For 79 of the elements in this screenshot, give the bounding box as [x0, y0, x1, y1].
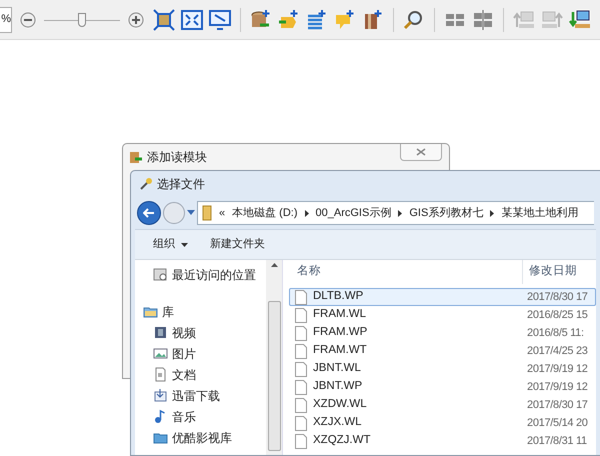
- sidebar-item[interactable]: 音乐: [153, 406, 266, 427]
- dialog-title: 添加读模块: [147, 149, 207, 166]
- dialog-title: 选择文件: [157, 176, 205, 193]
- sidebar-item[interactable]: 文档: [153, 364, 266, 385]
- file-icon: [295, 398, 307, 412]
- library-group-item[interactable]: 库: [143, 301, 266, 322]
- sidebar-item[interactable]: 图片: [153, 343, 266, 364]
- close-button[interactable]: [400, 144, 442, 161]
- breadcrumb-overflow[interactable]: «: [219, 204, 226, 222]
- close-icon: [416, 148, 426, 156]
- split-grid-icon[interactable]: [471, 8, 495, 32]
- file-name: JBNT.WL: [313, 361, 361, 376]
- breadcrumb-item[interactable]: GIS系列教材七: [409, 204, 484, 222]
- arrow-left-icon: [143, 208, 155, 218]
- file-row[interactable]: JBNT.WP 2017/9/19 12: [289, 378, 596, 396]
- scroll-thumb[interactable]: [268, 301, 280, 451]
- file-date: 2017/9/19 12: [526, 362, 588, 377]
- file-row[interactable]: XZDW.WL 2017/8/30 17: [289, 396, 596, 414]
- file-row[interactable]: XZJX.WL 2017/5/14 20: [289, 414, 596, 432]
- file-icon: [295, 434, 307, 448]
- sidebar-item[interactable]: 优酷影视库: [153, 427, 266, 448]
- file-name: XZDW.WL: [313, 397, 367, 412]
- zoom-frame-icon[interactable]: [152, 8, 176, 32]
- breadcrumb-item[interactable]: 某某地土地利用: [501, 204, 578, 222]
- folder-icon: [202, 205, 212, 221]
- sidebar-item[interactable]: 视频: [153, 322, 266, 343]
- file-icon: [295, 380, 307, 394]
- wand-icon: [139, 177, 153, 191]
- file-icon: [295, 344, 307, 358]
- slider-thumb[interactable]: [78, 12, 86, 26]
- scrollbar[interactable]: [266, 260, 282, 455]
- file-row[interactable]: FRAM.WP 2016/8/5 11:: [289, 324, 596, 342]
- breadcrumb-item[interactable]: 00_ArcGIS示例: [316, 204, 392, 222]
- chevron-right-icon[interactable]: [398, 210, 402, 216]
- chevron-right-icon[interactable]: [490, 210, 494, 216]
- file-row[interactable]: DLTB.WP 2017/8/30 17: [289, 288, 596, 306]
- file-icon: [295, 326, 307, 340]
- sidebar-item[interactable]: 最近访问的位置: [153, 264, 266, 285]
- file-row[interactable]: XZQZJ.WT 2017/8/31 11: [289, 432, 596, 450]
- file-row[interactable]: FRAM.WL 2016/8/25 15: [289, 306, 596, 324]
- file-name: JBNT.WP: [313, 379, 362, 394]
- file-name: FRAM.WP: [313, 325, 368, 340]
- file-icon: [295, 416, 307, 430]
- column-header[interactable]: 名称: [289, 260, 523, 284]
- file-date: 2017/4/25 23: [526, 344, 588, 359]
- file-name: DLTB.WP: [313, 289, 364, 304]
- film-icon: [153, 325, 168, 340]
- file-name: XZQZJ.WT: [313, 433, 370, 448]
- chevron-right-icon[interactable]: [304, 210, 309, 216]
- download-icon: [153, 388, 168, 403]
- picture-icon: [153, 346, 168, 361]
- column-header[interactable]: 修改日期: [523, 263, 577, 281]
- file-row[interactable]: FRAM.WT 2017/4/25 23: [289, 342, 596, 360]
- file-date: 2016/8/5 11:: [526, 326, 584, 341]
- file-date: 2017/8/30 17: [526, 290, 588, 305]
- file-date: 2017/5/14 20: [526, 416, 588, 431]
- document-icon: [153, 367, 168, 382]
- file-name: XZJX.WL: [313, 415, 362, 430]
- file-icon: [295, 362, 307, 376]
- file-icon: [295, 308, 307, 322]
- toolbar-menu-button[interactable]: 组织: [153, 236, 188, 253]
- database-arrow-icon: [129, 150, 143, 164]
- file-name: FRAM.WL: [313, 307, 366, 322]
- scroll-up-icon[interactable]: [270, 263, 278, 267]
- back-button[interactable]: [137, 201, 161, 225]
- file-date: 2016/8/25 15: [526, 308, 588, 323]
- caret-icon[interactable]: [187, 210, 195, 216]
- file-name: FRAM.WT: [313, 343, 367, 358]
- sidebar-item[interactable]: 迅雷下载: [153, 385, 266, 406]
- file-row[interactable]: JBNT.WL 2017/9/19 12: [289, 360, 596, 378]
- toolbar-menu-button[interactable]: 新建文件夹: [210, 236, 265, 253]
- file-date: 2017/8/31 11: [526, 434, 587, 449]
- full-extent-icon[interactable]: [180, 8, 204, 32]
- zoom-field[interactable]: %: [0, 6, 12, 32]
- breadcrumb-item[interactable]: 本地磁盘 (D:): [232, 204, 298, 222]
- address-bar[interactable]: « 本地磁盘 (D:) 00_ArcGIS示例 GIS系列教材七 某某地土地利用: [197, 201, 594, 225]
- file-date: 2017/9/19 12: [526, 380, 588, 395]
- file-date: 2017/8/30 17: [526, 398, 588, 413]
- file-icon: [295, 290, 307, 304]
